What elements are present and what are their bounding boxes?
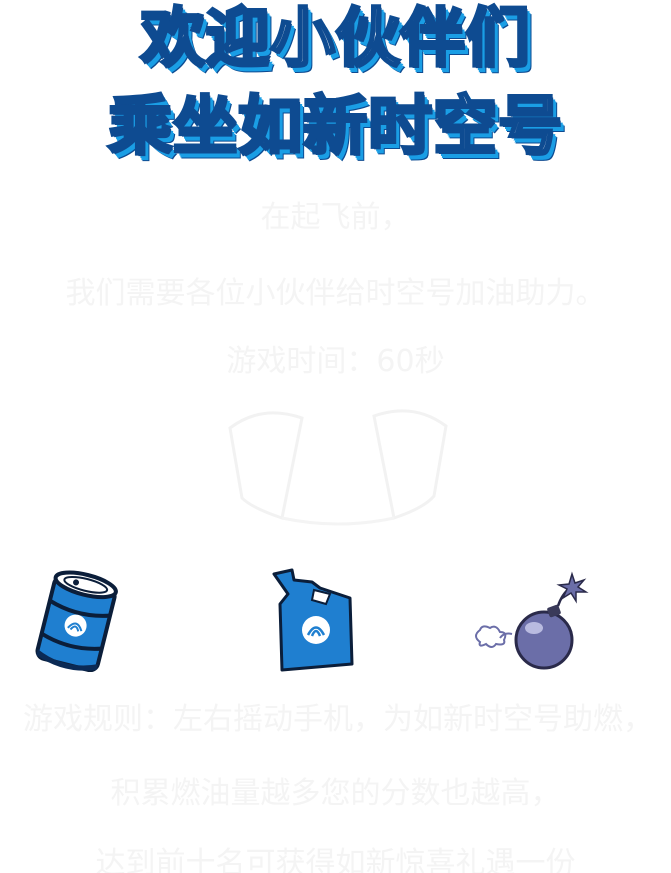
oil-barrel-icon bbox=[35, 570, 118, 672]
rules-text-line-1: 游戏规则：左右摇动手机，为如新时空号助燃， bbox=[23, 702, 653, 737]
page: 欢迎小伙伴们 乘坐如新时空号 在起飞前， 我们需要各位小伙伴给时空号加油助力。 … bbox=[0, 0, 671, 873]
shake-phone-illustration bbox=[228, 409, 448, 526]
bomb-icon bbox=[475, 571, 589, 670]
rules-text-line-2: 积累燃油量越多您的分数也越高， bbox=[110, 776, 561, 811]
fuel-canister-icon bbox=[272, 568, 354, 672]
page-title-line-1: 欢迎小伙伴们 bbox=[139, 2, 531, 76]
intro-text-refuel: 我们需要各位小伙伴给时空号加油助力。 bbox=[65, 276, 606, 311]
page-title-line-2: 乘坐如新时空号 bbox=[107, 90, 564, 164]
game-time-text: 游戏时间：60秒 bbox=[226, 344, 445, 379]
intro-text-before-takeoff: 在起飞前， bbox=[260, 200, 411, 235]
rules-text-line-3: 达到前十名可获得如新惊喜礼遇一份 bbox=[95, 846, 576, 873]
